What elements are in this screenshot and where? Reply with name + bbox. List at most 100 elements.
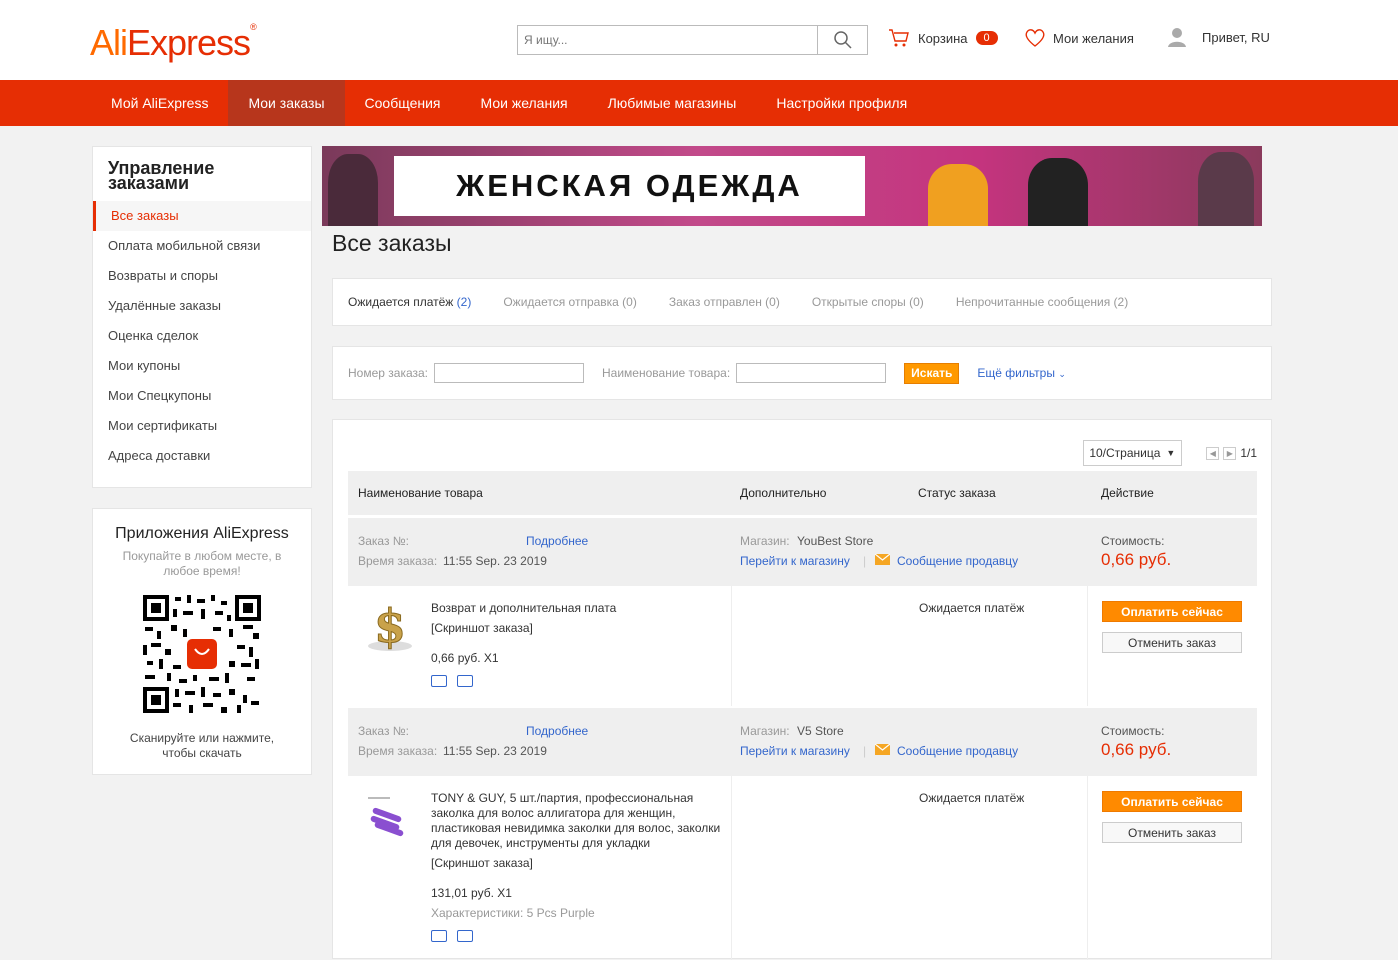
banner-model-image — [928, 164, 988, 226]
greeting: Привет, RU — [1202, 29, 1270, 45]
product-thumbnail[interactable] — [360, 790, 420, 850]
search-button[interactable] — [817, 26, 867, 54]
col-product: Наименование товара — [358, 486, 483, 500]
product-price-qty: 0,66 руб. X1 — [431, 651, 499, 665]
tab-awaiting-payment[interactable]: Ожидается платёж (2) — [348, 295, 471, 309]
order-body: $ Возврат и дополнительная плата [Скринш… — [348, 586, 1257, 706]
nav-my-aliexpress[interactable]: Мой AliExpress — [91, 80, 228, 126]
store-label: Магазин: — [740, 534, 790, 548]
sidebar-item-addresses[interactable]: Адреса доставки — [93, 441, 311, 471]
table-header: Наименование товара Дополнительно Статус… — [348, 471, 1257, 515]
app-box-subtitle: Покупайте в любом месте, в любое время! — [122, 549, 282, 578]
col-status: Статус заказа — [918, 486, 996, 500]
order-status: Ожидается платёж — [919, 601, 1025, 615]
separator: | — [863, 554, 867, 568]
sidebar-item-certificates[interactable]: Мои сертификаты — [93, 411, 311, 441]
service-icons — [431, 930, 473, 942]
nav-wishlist[interactable]: Мои желания — [461, 80, 588, 126]
pay-now-button[interactable]: Оплатить сейчас — [1102, 791, 1242, 812]
logo-express: Express — [127, 22, 251, 63]
nav-favorite-stores[interactable]: Любимые магазины — [588, 80, 757, 126]
cancel-order-button[interactable]: Отменить заказ — [1102, 822, 1242, 843]
nav-messages[interactable]: Сообщения — [345, 80, 461, 126]
tab-awaiting-shipment[interactable]: Ожидается отправка (0) — [503, 295, 637, 309]
sidebar-item-all-orders[interactable]: Все заказы — [93, 201, 311, 231]
banner-model-image — [1028, 158, 1088, 226]
cart-link[interactable]: Корзина 0 — [888, 28, 998, 48]
order-header: Заказ №: Подробнее Время заказа: 11:55 S… — [348, 518, 1257, 586]
sidebar-item-mobile-payment[interactable]: Оплата мобильной связи — [93, 231, 311, 261]
aliexpress-logo[interactable]: AliExpress® — [90, 22, 257, 64]
heart-icon — [1025, 29, 1045, 47]
pay-now-button[interactable]: Оплатить сейчас — [1102, 601, 1242, 622]
more-filters-link[interactable]: Ещё фильтры ⌄ — [977, 366, 1065, 380]
message-seller-link[interactable]: Сообщение продавцу — [897, 554, 1018, 568]
orders-panel: 10/Страница ▼ ◀ ▶ 1/1 Наименование товара… — [332, 419, 1272, 960]
product-name[interactable]: Возврат и дополнительная плата — [431, 601, 616, 616]
invoice-icon — [457, 675, 473, 687]
tab-count: (2) — [456, 295, 472, 309]
per-page-value: 10/Страница — [1089, 446, 1161, 460]
tab-unread-messages[interactable]: Непрочитанные сообщения (2) — [956, 295, 1128, 309]
dollar-icon: $ — [368, 599, 412, 654]
sidebar-item-special-coupons[interactable]: Мои Спецкупоны — [93, 381, 311, 411]
qr-code[interactable] — [143, 595, 261, 713]
order-snapshot-link[interactable]: [Скриншот заказа] — [431, 621, 533, 636]
product-name[interactable]: TONY & GUY, 5 шт./партия, профессиональн… — [431, 791, 721, 851]
column-divider — [731, 776, 732, 960]
column-divider — [1087, 586, 1088, 706]
banner-text: ЖЕНСКАЯ ОДЕЖДА — [394, 156, 865, 216]
order-status-tabs: Ожидается платёж (2) Ожидается отправка … — [332, 278, 1272, 326]
nav-profile-settings[interactable]: Настройки профиля — [756, 80, 927, 126]
product-name-input[interactable] — [736, 363, 887, 383]
sidebar-item-deleted-orders[interactable]: Удалённые заказы — [93, 291, 311, 321]
cost-label: Стоимость: — [1101, 534, 1165, 548]
cost-label: Стоимость: — [1101, 724, 1165, 738]
col-action: Действие — [1101, 486, 1154, 500]
search-orders-button[interactable]: Искать — [904, 362, 960, 384]
main-nav: Мой AliExpress Мои заказы Сообщения Мои … — [0, 80, 1398, 126]
sidebar-item-returns[interactable]: Возвраты и споры — [93, 261, 311, 291]
tab-open-disputes[interactable]: Открытые споры (0) — [812, 295, 924, 309]
cart-icon — [889, 29, 909, 47]
order-snapshot-link[interactable]: [Скриншот заказа] — [431, 856, 533, 871]
per-page-select[interactable]: 10/Страница ▼ — [1083, 440, 1183, 466]
envelope-icon — [874, 553, 891, 568]
tab-shipped[interactable]: Заказ отправлен (0) — [669, 295, 780, 309]
banner-model-image — [328, 154, 378, 226]
user-menu[interactable]: Привет, RU — [1166, 26, 1270, 48]
sidebar-item-coupons[interactable]: Мои купоны — [93, 351, 311, 381]
product-thumbnail[interactable]: $ — [360, 598, 420, 658]
logo-tm: ® — [250, 22, 257, 32]
pagination: 10/Страница ▼ ◀ ▶ 1/1 — [1083, 440, 1257, 466]
wishlist-link[interactable]: Мои желания — [1024, 28, 1134, 48]
promo-banner[interactable]: ЖЕНСКАЯ ОДЕЖДА — [322, 146, 1262, 226]
sidebar-title: Управление заказами — [108, 158, 215, 193]
more-filters-label: Ещё фильтры — [977, 366, 1055, 380]
prev-page-button[interactable]: ◀ — [1206, 446, 1220, 460]
go-to-store-link[interactable]: Перейти к магазину — [740, 554, 850, 568]
dropdown-arrow-icon: ▼ — [1166, 448, 1176, 458]
message-seller-link[interactable]: Сообщение продавцу — [897, 744, 1018, 758]
top-bar: AliExpress® Корзина 0 Мои желания Привет… — [0, 0, 1398, 80]
search-input[interactable] — [518, 26, 817, 54]
next-page-button[interactable]: ▶ — [1223, 446, 1237, 460]
order-details-link[interactable]: Подробнее — [526, 534, 588, 548]
page-indicator: 1/1 — [1240, 446, 1257, 460]
store-name: V5 Store — [797, 724, 844, 738]
logo-ali: Ali — [90, 22, 128, 63]
nav-my-orders[interactable]: Мои заказы — [228, 80, 345, 126]
shipping-icon — [431, 675, 447, 687]
cancel-order-button[interactable]: Отменить заказ — [1102, 632, 1242, 653]
page-title: Все заказы — [332, 230, 452, 256]
sidebar-item-feedback[interactable]: Оценка сделок — [93, 321, 311, 351]
go-to-store-link[interactable]: Перейти к магазину — [740, 744, 850, 758]
tab-label: Ожидается платёж — [348, 295, 457, 309]
order-details-link[interactable]: Подробнее — [526, 724, 588, 738]
separator: | — [863, 744, 867, 758]
order-number-input[interactable] — [434, 363, 585, 383]
app-download-box: Приложения AliExpress Покупайте в любом … — [92, 508, 312, 775]
column-divider — [731, 586, 732, 706]
shipping-icon — [431, 930, 447, 942]
banner-model-image — [1198, 152, 1254, 226]
